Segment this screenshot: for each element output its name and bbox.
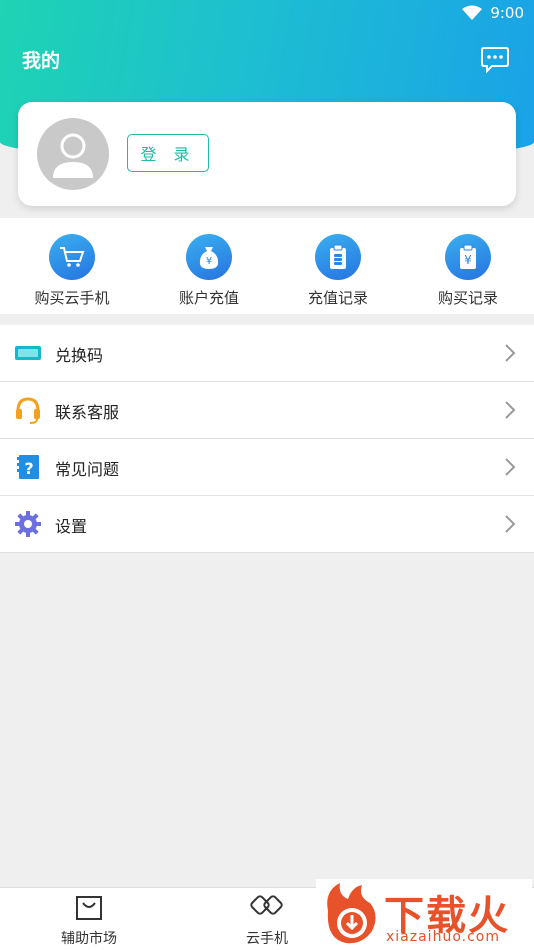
menu-list: 兑换码 联系客服 ? 常见问题 设置 xyxy=(0,325,534,553)
ticket-icon xyxy=(15,346,41,360)
question-book-icon: ? xyxy=(17,455,39,479)
yen-clipboard-icon: ¥ xyxy=(445,234,491,280)
wifi-icon xyxy=(462,5,483,20)
menu-item-label: 兑换码 xyxy=(55,346,104,365)
menu-item-label: 联系客服 xyxy=(55,403,120,422)
quick-actions: 购买云手机 ¥ 账户充值 充值记录 ¥ 购买记录 xyxy=(0,218,534,314)
quick-action-label: 账户充值 xyxy=(178,289,239,307)
account-recharge-action[interactable]: ¥ 账户充值 xyxy=(154,234,264,308)
tab-assist-market[interactable]: 辅助市场 xyxy=(34,894,144,948)
profile-card: 登 录 xyxy=(18,102,516,206)
chevron-right-icon xyxy=(505,344,516,362)
menu-item-contact-support[interactable]: 联系客服 xyxy=(0,382,534,439)
tab-label: 云手机 xyxy=(246,931,288,947)
status-time: 9:00 xyxy=(490,4,524,22)
watermark-logo: 下载火 xiazaihuo.com xyxy=(316,879,532,949)
gear-icon xyxy=(15,511,41,537)
user-avatar-icon[interactable] xyxy=(37,118,109,190)
watermark-url: xiazaihuo.com xyxy=(386,929,500,945)
flame-logo-icon xyxy=(327,883,376,944)
menu-item-faq[interactable]: ? 常见问题 xyxy=(0,439,534,496)
cart-icon xyxy=(49,234,95,280)
svg-text:?: ? xyxy=(24,459,33,478)
svg-text:¥: ¥ xyxy=(206,256,212,267)
quick-action-label: 充值记录 xyxy=(307,289,368,307)
chat-bubble-icon[interactable] xyxy=(480,44,510,74)
login-button[interactable]: 登 录 xyxy=(127,134,209,172)
chevron-right-icon xyxy=(505,458,516,476)
chevron-right-icon xyxy=(505,401,516,419)
menu-item-label: 常见问题 xyxy=(55,460,120,479)
menu-item-redeem-code[interactable]: 兑换码 xyxy=(0,325,534,382)
headset-icon xyxy=(16,397,40,424)
cloud-phone-icon xyxy=(250,895,283,915)
recharge-records-action[interactable]: 充值记录 xyxy=(283,234,393,308)
tab-label: 辅助市场 xyxy=(61,931,117,947)
chevron-right-icon xyxy=(505,515,516,533)
status-bar: 9:00 xyxy=(462,4,524,22)
svg-text:¥: ¥ xyxy=(464,253,472,267)
bag-icon xyxy=(76,896,102,920)
coin-clipboard-icon xyxy=(315,234,361,280)
quick-action-label: 购买云手机 xyxy=(34,289,110,307)
quick-action-label: 购买记录 xyxy=(437,289,498,307)
tab-cloud-phone[interactable]: 云手机 xyxy=(212,894,322,948)
menu-item-label: 设置 xyxy=(55,517,88,536)
page-title: 我的 xyxy=(22,50,61,72)
buy-cloud-phone-action[interactable]: 购买云手机 xyxy=(17,234,127,308)
menu-item-settings[interactable]: 设置 xyxy=(0,496,534,553)
money-bag-icon: ¥ xyxy=(186,234,232,280)
purchase-records-action[interactable]: ¥ 购买记录 xyxy=(413,234,523,308)
